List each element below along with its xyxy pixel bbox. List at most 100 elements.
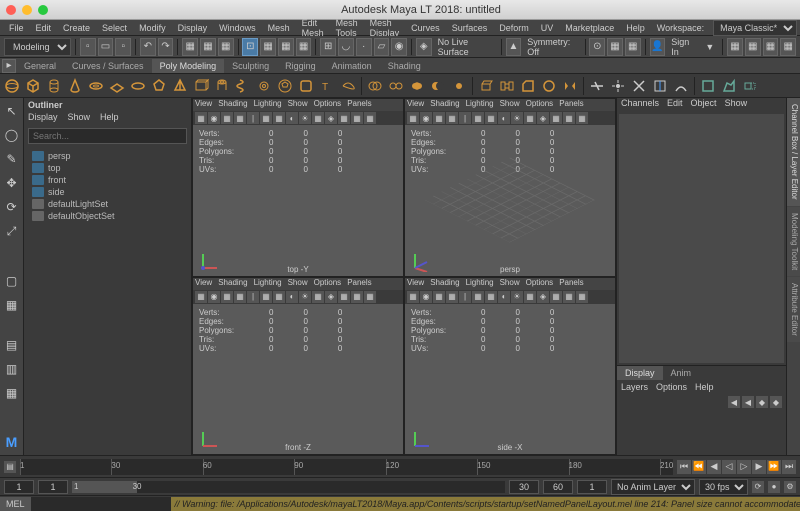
time-slider[interactable]: ▤ 1 30 60 90 120 150 180 210 ⏮ ⏪ ◀ ◁ ▷ ▶… [0,455,800,477]
loop-icon[interactable]: ⟳ [752,481,764,493]
snap-point-button[interactable]: · [356,38,372,56]
poly-type-icon[interactable]: T [317,76,337,96]
construction-history-button[interactable]: ⊙ [589,38,605,56]
target-weld-icon[interactable] [608,76,628,96]
insert-edge-icon[interactable] [650,76,670,96]
layout-two-v-icon[interactable]: ▤ [3,336,21,354]
outliner-item-front[interactable]: front [28,174,187,186]
shelf-tab-curves[interactable]: Curves / Surfaces [64,59,152,73]
viewport-side[interactable]: ViewShadingLightingShowOptionsPanels ▦◉▦… [404,277,616,456]
shelf-tab-animation[interactable]: Animation [324,59,380,73]
play-back-icon[interactable]: ◁ [722,460,736,474]
poly-pipe-icon[interactable] [212,76,232,96]
autokey-icon[interactable]: ● [768,481,780,493]
menu-windows[interactable]: Windows [214,22,261,34]
step-back-icon[interactable]: ⏪ [692,460,706,474]
shelf-tab-shading[interactable]: Shading [380,59,429,73]
combine-icon[interactable] [365,76,385,96]
snap-live-button[interactable]: ◉ [391,38,407,56]
fps-select[interactable]: 30 fps [699,479,748,495]
layer-menu-layers[interactable]: Layers [621,382,648,392]
bridge-icon[interactable] [497,76,517,96]
poly-torus-icon[interactable] [86,76,106,96]
multicut-icon[interactable] [587,76,607,96]
range-mid2-input[interactable] [543,480,573,494]
select-face-button[interactable]: ▦ [278,38,294,56]
move-tool-icon[interactable]: ✥ [3,174,21,192]
poly-disc-icon[interactable] [128,76,148,96]
tab-modeling-toolkit[interactable]: Modeling Toolkit [787,207,800,276]
append-poly-icon[interactable] [740,76,760,96]
poly-cylinder-icon[interactable] [44,76,64,96]
poly-prism-icon[interactable] [191,76,211,96]
ipr-button[interactable]: ▦ [625,38,641,56]
range-start-input[interactable] [4,480,34,494]
layer-tab-display[interactable]: Display [617,366,663,380]
tab-channel-box[interactable]: Channel Box / Layer Editor [787,98,800,206]
outliner-item-lightset[interactable]: defaultLightSet [28,198,187,210]
select-vertex-button[interactable]: ⊡ [242,38,258,56]
poly-gear-icon[interactable] [254,76,274,96]
separate-icon[interactable] [386,76,406,96]
layer-menu-help[interactable]: Help [695,382,714,392]
viewport-persp[interactable]: ViewShadingLightingShowOptionsPanels ▦◉▦… [404,98,616,277]
layer-tab-anim[interactable]: Anim [663,366,700,380]
poly-pyramid-icon[interactable] [170,76,190,96]
signin-label[interactable]: Sign In [667,37,699,57]
time-ruler[interactable]: 1 30 60 90 120 150 180 210 [20,459,673,475]
menu-mesh[interactable]: Mesh [263,22,295,34]
poly-super-icon[interactable] [296,76,316,96]
poly-cube-icon[interactable] [23,76,43,96]
viewport-top[interactable]: ViewShadingLightingShowOptionsPanels ▦◉▦… [192,98,404,277]
mirror-icon[interactable] [560,76,580,96]
outliner-menu-help[interactable]: Help [100,112,119,126]
viewport-front[interactable]: ViewShadingLightingShowOptionsPanels ▦◉▦… [192,277,404,456]
boolean-union-icon[interactable] [407,76,427,96]
command-input[interactable] [31,497,171,511]
prefs-icon[interactable]: ⚙ [784,481,796,493]
snap-grid-button[interactable]: ⊞ [320,38,336,56]
maximize-icon[interactable] [38,5,48,15]
snap-curve-button[interactable]: ◡ [338,38,354,56]
poly-plane-icon[interactable] [107,76,127,96]
layer-newempty-icon[interactable]: ◆ [770,396,782,408]
paint-select-icon[interactable]: ✎ [3,150,21,168]
menu-curves[interactable]: Curves [406,22,445,34]
save-scene-button[interactable]: ▫ [115,38,131,56]
menuset-select[interactable]: Modeling [4,38,71,56]
connect-icon[interactable] [629,76,649,96]
outliner-item-persp[interactable]: persp [28,150,187,162]
outliner-item-top[interactable]: top [28,162,187,174]
layer-menu-options[interactable]: Options [656,382,687,392]
svg-icon[interactable] [338,76,358,96]
poly-cone-icon[interactable] [65,76,85,96]
select-edge-button[interactable]: ▦ [260,38,276,56]
snap-plane-button[interactable]: ▱ [374,38,390,56]
step-fwd-icon[interactable]: ⏩ [767,460,781,474]
outliner-item-side[interactable]: side [28,186,187,198]
channel-menu-edit[interactable]: Edit [667,98,683,112]
render-button[interactable]: ▦ [607,38,623,56]
menu-edit[interactable]: Edit [31,22,57,34]
next-key-icon[interactable]: ▶ [752,460,766,474]
poly-platonic-icon[interactable] [149,76,169,96]
menu-marketplace[interactable]: Marketplace [560,22,619,34]
minimize-icon[interactable] [22,5,32,15]
menu-deform[interactable]: Deform [494,22,534,34]
tab-attribute-editor[interactable]: Attribute Editor [787,277,800,342]
channel-menu-object[interactable]: Object [691,98,717,112]
layout-single-icon[interactable]: ▢ [3,272,21,290]
layout-four-icon[interactable]: ▦ [3,296,21,314]
range-slider-track[interactable]: 1 30 [72,481,505,493]
menu-display[interactable]: Display [173,22,213,34]
workspace-select[interactable]: Maya Classic* [713,20,797,36]
channel-menu-channels[interactable]: Channels [621,98,659,112]
select-tool-icon[interactable]: ↖ [3,102,21,120]
timeline-menu-icon[interactable]: ▤ [4,461,16,473]
redo-button[interactable]: ↷ [158,38,174,56]
menu-create[interactable]: Create [58,22,95,34]
menu-uv[interactable]: UV [536,22,559,34]
outliner-item-objectset[interactable]: defaultObjectSet [28,210,187,222]
play-fwd-icon[interactable]: ▷ [737,460,751,474]
layout-three-icon[interactable]: ▦ [3,384,21,402]
